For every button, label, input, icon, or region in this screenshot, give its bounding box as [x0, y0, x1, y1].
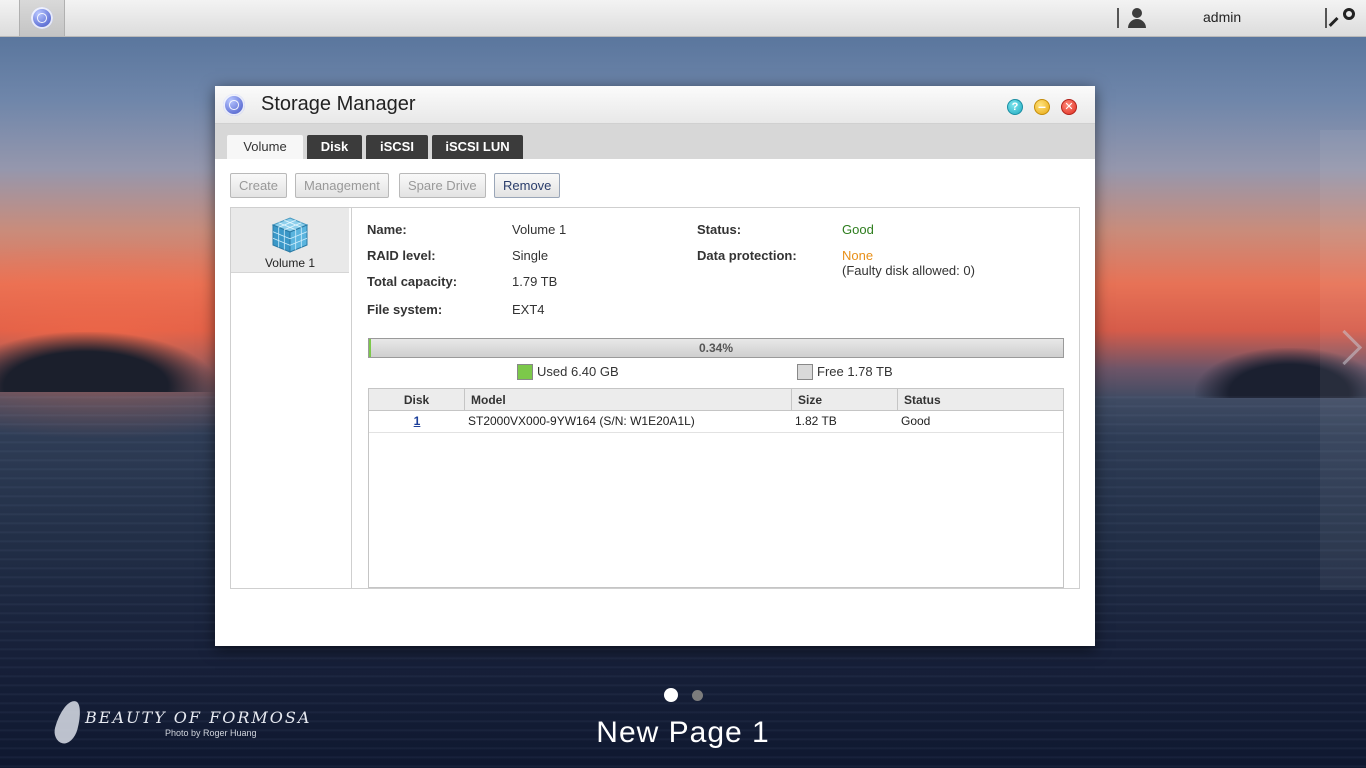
name-value: Volume 1 [512, 222, 567, 237]
tab-iscsi[interactable]: iSCSI [366, 135, 428, 159]
page-indicator-1[interactable] [664, 688, 678, 702]
total-capacity-label: Total capacity: [367, 274, 458, 289]
next-page-button[interactable] [1320, 130, 1366, 590]
volume-list: Volume 1 [231, 208, 352, 588]
cube-icon [271, 217, 309, 253]
faulty-disk-note: (Faulty disk allowed: 0) [842, 263, 975, 278]
help-icon: ? [1011, 101, 1019, 113]
watermark-title: BEAUTY OF FORMOSA [85, 708, 312, 727]
management-button[interactable]: Management [295, 173, 389, 198]
disk-cell: 1 [369, 411, 465, 432]
column-header-size[interactable]: Size [792, 389, 898, 411]
tab-volume[interactable]: Volume [227, 135, 303, 159]
tab-bar: Volume Disk iSCSI iSCSI LUN [215, 124, 1095, 159]
tab-disk[interactable]: Disk [307, 135, 362, 159]
close-icon: ✕ [1064, 101, 1074, 113]
close-button[interactable]: ✕ [1061, 99, 1077, 115]
data-protection-label: Data protection: [697, 248, 797, 263]
model-cell: ST2000VX000-9YW164 (S/N: W1E20A1L) [468, 414, 695, 428]
storage-manager-icon [31, 7, 53, 29]
storage-manager-icon [223, 94, 245, 116]
storage-manager-window: Storage Manager ? – ✕ Volume Disk iSCSI … [215, 86, 1095, 646]
disk-table: Disk Model Size Status 1 ST2000VX000-9YW… [368, 388, 1064, 588]
spare-drive-button[interactable]: Spare Drive [399, 173, 486, 198]
used-legend-swatch [517, 364, 533, 380]
window-title: Storage Manager [261, 93, 416, 115]
row-divider [369, 432, 1063, 433]
list-item[interactable]: Volume 1 [231, 208, 349, 273]
chevron-right-icon [1326, 329, 1363, 366]
name-label: Name: [367, 222, 407, 237]
help-button[interactable]: ? [1007, 99, 1023, 115]
raid-level-value: Single [512, 248, 549, 263]
disk-link[interactable]: 1 [414, 414, 421, 428]
remove-button[interactable]: Remove [494, 173, 561, 198]
column-header-model[interactable]: Model [465, 389, 792, 411]
watermark-credit: Photo by Roger Huang [165, 728, 257, 738]
status-value: Good [842, 222, 874, 237]
column-header-disk[interactable]: Disk [369, 389, 465, 411]
size-cell: 1.82 TB [795, 414, 837, 428]
create-button[interactable]: Create [230, 173, 288, 198]
usage-progress-bar: 0.34% [368, 338, 1064, 358]
minimize-button[interactable]: – [1034, 99, 1050, 115]
taiwan-silhouette-icon [51, 697, 85, 747]
raid-level-label: RAID level: [367, 248, 436, 263]
main-menu-button[interactable] [19, 0, 65, 36]
status-cell: Good [901, 414, 931, 428]
volume-label: Volume 1 [264, 256, 316, 270]
search-icon[interactable] [1328, 8, 1355, 28]
column-header-status[interactable]: Status [898, 389, 1063, 411]
file-system-label: File system: [367, 302, 443, 317]
wallpaper-watermark: BEAUTY OF FORMOSA Photo by Roger Huang [51, 697, 309, 747]
separator [1117, 8, 1119, 28]
usage-percent: 0.34% [698, 341, 734, 355]
free-legend-label: Free 1.78 TB [817, 364, 893, 379]
tab-iscsi-lun[interactable]: iSCSI LUN [432, 135, 523, 159]
free-legend-swatch [797, 364, 813, 380]
minimize-icon: – [1038, 98, 1046, 114]
file-system-value: EXT4 [512, 302, 545, 317]
island-silhouette-left [0, 332, 215, 392]
user-icon[interactable] [1126, 7, 1148, 29]
separator [1325, 8, 1327, 28]
top-bar: admin [0, 0, 1366, 37]
volume-panel: Volume 1 Name: Volume 1 RAID level: Sing… [230, 207, 1080, 589]
data-protection-value: None [842, 248, 874, 263]
total-capacity-value: 1.79 TB [512, 274, 558, 289]
status-label: Status: [697, 222, 742, 237]
used-legend-label: Used 6.40 GB [537, 364, 619, 379]
window-titlebar[interactable]: Storage Manager ? – ✕ [215, 86, 1095, 124]
page-indicator-2[interactable] [692, 690, 703, 701]
username[interactable]: admin [1203, 9, 1241, 25]
